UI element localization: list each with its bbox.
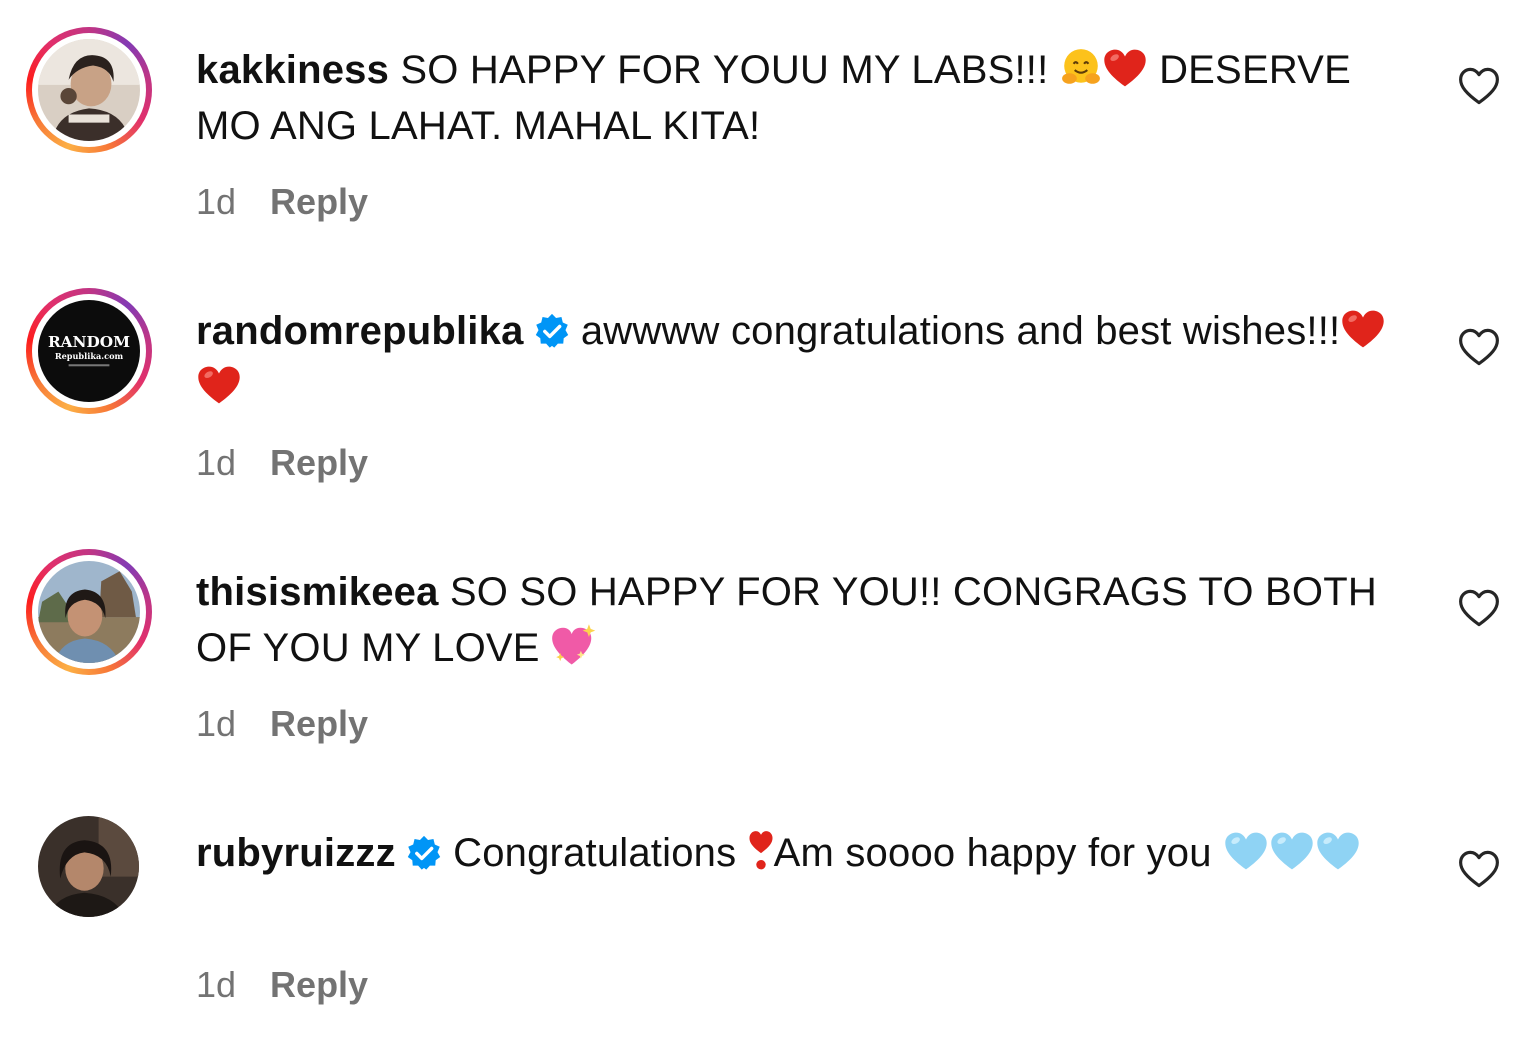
reply-button[interactable]: Reply [270, 181, 368, 222]
heart-outline-icon [1459, 67, 1499, 105]
comment-body: SO HAPPY FOR YOUU MY LABS!!! [400, 48, 1049, 92]
light-blue-heart-emoji [1269, 830, 1315, 872]
verified-badge-icon [534, 313, 570, 349]
like-button[interactable] [1458, 588, 1500, 628]
comment-meta: 1d Reply [196, 441, 368, 485]
heart-exclamation-emoji [748, 828, 774, 872]
comment-timestamp: 1d [196, 964, 237, 1005]
avatar-photo-icon [38, 39, 140, 141]
heart-outline-icon [1459, 589, 1499, 627]
comment-body-continued: Am soooo happy for you [773, 831, 1212, 875]
svg-text:Republika.com: Republika.com [55, 351, 124, 361]
comment-item: thisismikeea SO SO HAPPY FOR YOU!! CONGR… [0, 522, 1536, 783]
reply-button[interactable]: Reply [270, 442, 368, 483]
like-button[interactable] [1458, 849, 1500, 889]
comment-text: kakkiness SO HAPPY FOR YOUU MY LABS!!! D… [196, 42, 1421, 154]
red-heart-emoji [1102, 47, 1148, 89]
avatar-photo-icon [38, 561, 140, 663]
comment-username[interactable]: thisismikeea [196, 570, 439, 614]
comment-text: randomrepublika awwww congratulations an… [196, 303, 1421, 415]
comment-item: RANDOM Republika.com randomrepublika aww… [0, 261, 1536, 522]
svg-text:RANDOM: RANDOM [48, 333, 130, 351]
light-blue-heart-emoji [1223, 830, 1269, 872]
story-ring[interactable] [26, 549, 152, 675]
comment-body: awwww congratulations and best wishes!!! [580, 309, 1341, 353]
verified-badge-icon [406, 835, 442, 871]
avatar-logo-icon: RANDOM Republika.com [38, 300, 140, 402]
hugging-face-emoji [1060, 47, 1102, 89]
story-ring[interactable]: RANDOM Republika.com [26, 288, 152, 414]
red-heart-emoji [196, 364, 242, 406]
comment-body: Congratulations [453, 831, 737, 875]
avatar[interactable] [38, 561, 140, 663]
avatar-photo-icon [38, 816, 139, 917]
comment-timestamp: 1d [196, 442, 237, 483]
red-heart-emoji [1340, 308, 1386, 350]
avatar[interactable] [38, 39, 140, 141]
like-button[interactable] [1458, 327, 1500, 367]
comment-text: rubyruizzz Congratulations Am soooo happ… [196, 825, 1421, 881]
comment-item: kakkiness SO HAPPY FOR YOUU MY LABS!!! D… [0, 0, 1536, 261]
comment-item: rubyruizzz Congratulations Am soooo happ… [0, 783, 1536, 1044]
heart-outline-icon [1459, 328, 1499, 366]
reply-button[interactable]: Reply [270, 964, 368, 1005]
story-ring[interactable] [26, 27, 152, 153]
comment-meta: 1d Reply [196, 702, 368, 746]
comment-meta: 1d Reply [196, 180, 368, 224]
comment-text: thisismikeea SO SO HAPPY FOR YOU!! CONGR… [196, 564, 1421, 676]
light-blue-heart-emoji [1315, 830, 1361, 872]
sparkling-heart-emoji [551, 623, 597, 667]
comment-timestamp: 1d [196, 181, 237, 222]
like-button[interactable] [1458, 66, 1500, 106]
reply-button[interactable]: Reply [270, 703, 368, 744]
comment-timestamp: 1d [196, 703, 237, 744]
comment-meta: 1d Reply [196, 963, 368, 1007]
heart-outline-icon [1459, 850, 1499, 888]
avatar[interactable] [38, 816, 139, 917]
avatar[interactable]: RANDOM Republika.com [38, 300, 140, 402]
comment-username[interactable]: randomrepublika [196, 309, 524, 353]
comment-username[interactable]: kakkiness [196, 48, 389, 92]
comment-username[interactable]: rubyruizzz [196, 831, 396, 875]
